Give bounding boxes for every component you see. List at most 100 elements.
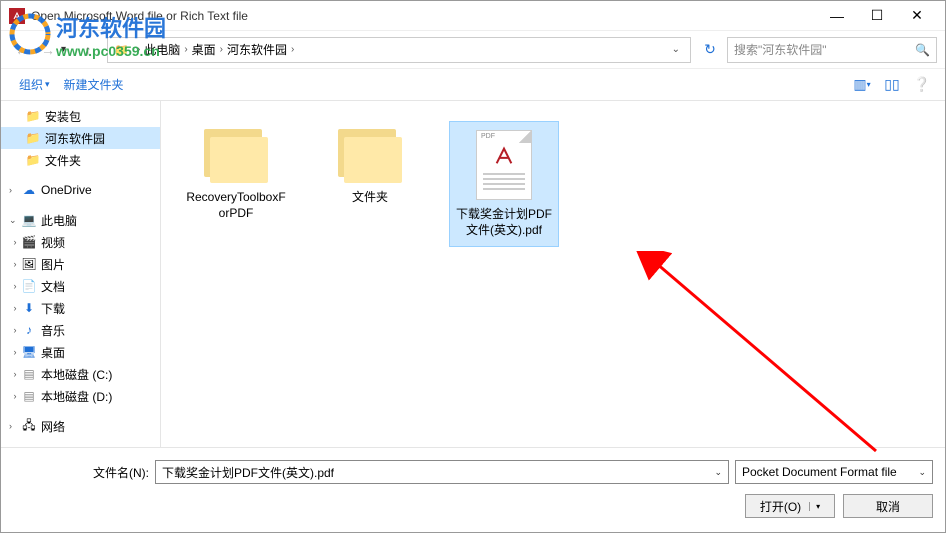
docs-icon: 📄 [21,279,37,293]
organize-label: 组织 [19,76,43,93]
preview-pane-button[interactable]: ▯▯ [881,74,903,96]
file-label: 文件夹 [352,189,388,205]
sidebar-item-label: 本地磁盘 (C:) [41,366,112,383]
sidebar-item-label: 桌面 [41,344,65,361]
chevron-down-icon: ▾ [45,79,50,90]
search-icon: 🔍 [915,43,930,57]
filename-input[interactable]: 下载奖金计划PDF文件(英文).pdf ⌄ [155,460,729,484]
window-title: Open Microsoft Word file or Rich Text fi… [31,9,817,23]
open-label: 打开(O) [760,498,801,515]
caret-icon: › [9,391,21,401]
chevron-down-icon[interactable]: ▾ [809,502,820,511]
chevron-right-icon: › [184,44,187,55]
caret-icon: › [9,185,21,195]
search-input[interactable]: 搜索"河东软件园" 🔍 [727,37,937,63]
pdf-icon [476,130,532,200]
chevron-right-icon: › [291,44,294,55]
folder-icon: 📁 [25,131,41,145]
navigation-row: ← → ▾ ↑ 📁 › 此电脑 › 桌面 › 河东软件园 › ⌄ ↻ 搜索"河东… [1,31,945,69]
music-icon: ♪ [21,323,37,337]
sidebar-item-desktop[interactable]: › 🖥 桌面 [1,341,160,363]
sidebar-item-download[interactable]: › ⬇ 下载 [1,297,160,319]
cancel-button[interactable]: 取消 [843,494,933,518]
sidebar: 📁 安装包 📁 河东软件园 📁 文件夹 › ☁ OneDrive ⌄ 💻 此 [1,101,161,447]
filetype-select[interactable]: Pocket Document Format file ⌄ [735,460,933,484]
refresh-button[interactable]: ↻ [697,37,723,63]
filename-label: 文件名(N): [93,464,149,481]
file-label: RecoveryToolboxForPDF [185,189,287,221]
sidebar-item-label: 安装包 [45,108,81,125]
sidebar-item-drive-d[interactable]: › ▤ 本地磁盘 (D:) [1,385,160,407]
file-item-pdf[interactable]: 下载奖金计划PDF文件(英文).pdf [449,121,559,247]
breadcrumb-item[interactable]: 桌面 [192,41,216,58]
caret-icon: › [9,421,21,431]
monitor-icon: 💻 [21,213,37,227]
sidebar-item[interactable]: 📁 文件夹 [1,149,160,171]
close-button[interactable]: ✕ [897,1,937,31]
sidebar-item-label: 网络 [41,418,65,435]
folder-icon: 📁 [25,153,41,167]
annotation-arrow [636,251,896,461]
chevron-right-icon: › [137,44,140,55]
video-icon: 🎬 [21,235,37,249]
cloud-icon: ☁ [21,183,37,197]
sidebar-item-label: 此电脑 [41,212,77,229]
sidebar-item[interactable]: 📁 安装包 [1,105,160,127]
image-icon: 🖼 [21,257,37,271]
breadcrumb-dropdown[interactable]: ⌄ [668,44,684,55]
chevron-down-icon[interactable]: ⌄ [714,467,722,478]
sidebar-item-docs[interactable]: › 📄 文档 [1,275,160,297]
sidebar-item-music[interactable]: › ♪ 音乐 [1,319,160,341]
breadcrumb-item[interactable]: 河东软件园 [227,41,287,58]
caret-icon: › [9,369,21,379]
folder-icon [204,129,268,183]
sidebar-item-drive-c[interactable]: › ▤ 本地磁盘 (C:) [1,363,160,385]
open-button[interactable]: 打开(O) ▾ [745,494,835,518]
sidebar-onedrive[interactable]: › ☁ OneDrive [1,179,160,201]
breadcrumb[interactable]: 📁 › 此电脑 › 桌面 › 河东软件园 › ⌄ [107,37,691,63]
file-item-folder[interactable]: RecoveryToolboxForPDF [181,121,291,229]
sidebar-network[interactable]: › 🖧 网络 [1,415,160,437]
drive-icon: ▤ [21,367,37,381]
sidebar-item-label: 下载 [41,300,65,317]
up-button[interactable]: ↑ [75,37,101,63]
caret-icon: › [9,347,21,357]
back-button[interactable]: ← [9,37,35,63]
file-content-area[interactable]: RecoveryToolboxForPDF 文件夹 下载奖金计划PDF文件(英文… [161,101,945,447]
breadcrumb-item[interactable]: 此电脑 [144,41,180,58]
help-button[interactable]: ❔ [911,74,933,96]
drive-icon: ▤ [21,389,37,403]
minimize-button[interactable]: — [817,1,857,31]
history-dropdown[interactable]: ▾ [61,44,75,55]
desktop-icon: 🖥 [21,345,37,359]
caret-icon: › [9,259,21,269]
sidebar-item-video[interactable]: › 🎬 视频 [1,231,160,253]
folder-icon: 📁 [25,109,41,123]
sidebar-item-label: 文档 [41,278,65,295]
search-placeholder: 搜索"河东软件园" [734,41,827,58]
file-item-folder[interactable]: 文件夹 [315,121,425,213]
sidebar-item-images[interactable]: › 🖼 图片 [1,253,160,275]
chevron-down-icon[interactable]: ⌄ [918,467,926,478]
folder-icon [338,129,402,183]
sidebar-item-label: 视频 [41,234,65,251]
sidebar-item[interactable]: 📁 河东软件园 [1,127,160,149]
sidebar-item-label: 文件夹 [45,152,81,169]
chevron-right-icon: › [220,44,223,55]
toolbar: 组织 ▾ 新建文件夹 ▥ ▾ ▯▯ ❔ [1,69,945,101]
new-folder-button[interactable]: 新建文件夹 [58,72,130,97]
organize-button[interactable]: 组织 ▾ [13,72,58,97]
maximize-button[interactable]: ☐ [857,1,897,31]
main-area: 📁 安装包 📁 河东软件园 📁 文件夹 › ☁ OneDrive ⌄ 💻 此 [1,101,945,447]
sidebar-item-label: 本地磁盘 (D:) [41,388,112,405]
sidebar-item-label: 河东软件园 [45,130,105,147]
caret-icon: › [9,237,21,247]
forward-button[interactable]: → [35,37,61,63]
sidebar-this-pc[interactable]: ⌄ 💻 此电脑 [1,209,160,231]
folder-icon: 📁 [114,43,129,57]
file-label: 下载奖金计划PDF文件(英文).pdf [454,206,554,238]
file-open-dialog: Open Microsoft Word file or Rich Text fi… [0,0,946,533]
view-options-button[interactable]: ▥ ▾ [851,74,873,96]
caret-icon: › [9,325,21,335]
app-icon [9,8,25,24]
